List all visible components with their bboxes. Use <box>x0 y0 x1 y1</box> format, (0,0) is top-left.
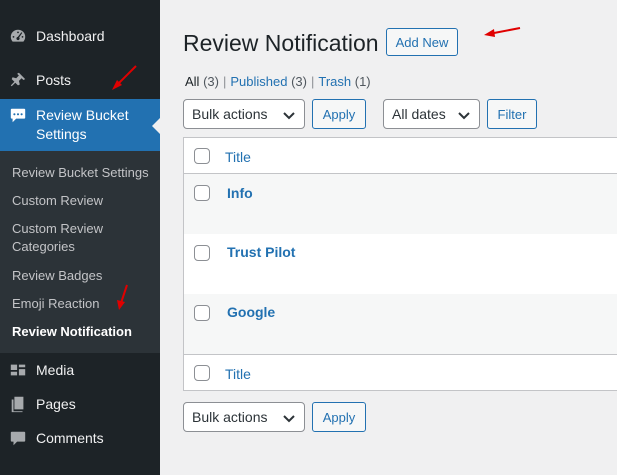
bulk-actions-select-bottom[interactable]: Bulk actions <box>183 402 305 432</box>
view-trash-label: Trash <box>318 74 352 89</box>
comments-icon <box>9 429 27 447</box>
active-menu-pointer <box>152 118 160 134</box>
submenu-item-custom-review-categories[interactable]: Custom Review Categories <box>12 220 152 256</box>
apply-button[interactable]: Apply <box>312 99 366 129</box>
sidebar-item-label-line2: Settings <box>36 126 87 142</box>
row-checkbox[interactable] <box>194 185 210 201</box>
submenu-item-review-notification[interactable]: Review Notification <box>12 323 152 341</box>
table-header-row: Title <box>184 138 617 174</box>
pin-icon <box>9 71 27 89</box>
sidebar-item-pages[interactable]: Pages <box>0 387 160 421</box>
posts-table: Title Info Trust Pilot Google Title <box>183 137 617 391</box>
table-row: Info <box>184 174 617 234</box>
view-all-count: (3) <box>203 74 219 89</box>
title-column-footer[interactable]: Title <box>225 365 251 383</box>
sidebar-item-label: Pages <box>36 395 76 412</box>
post-status-filter: All (3) | Published (3) | Trash (1) <box>185 74 371 90</box>
chevron-down-icon <box>457 108 471 122</box>
view-all-label: All <box>185 74 200 89</box>
sidebar-submenu: Review Bucket Settings Custom Review Cus… <box>0 151 160 353</box>
bulk-actions-value: Bulk actions <box>192 409 268 425</box>
submenu-item-review-bucket-settings[interactable]: Review Bucket Settings <box>12 164 152 182</box>
row-checkbox[interactable] <box>194 245 210 261</box>
title-column-header[interactable]: Title <box>225 148 251 166</box>
sidebar-item-label: Comments <box>36 429 104 446</box>
sidebar-item-label-line1: Review Bucket <box>36 107 129 123</box>
sidebar-item-label: Media <box>36 361 75 378</box>
view-all-link[interactable]: All (3) <box>185 74 219 89</box>
select-all-checkbox[interactable] <box>194 148 210 164</box>
table-footer-row: Title <box>184 354 617 390</box>
sidebar-item-label: Review Bucket Settings <box>36 106 129 144</box>
submenu-item-custom-review[interactable]: Custom Review <box>12 192 152 210</box>
annotation-arrow-icon <box>117 284 128 310</box>
page-title: Review Notification <box>183 30 379 56</box>
annotation-arrow-icon <box>484 27 521 37</box>
bulk-actions-value: Bulk actions <box>192 106 268 122</box>
view-trash-link[interactable]: Trash (1) <box>318 74 370 89</box>
table-row: Google <box>184 294 617 354</box>
view-trash-count: (1) <box>354 74 371 89</box>
add-new-button[interactable]: Add New <box>386 28 458 56</box>
annotation-arrow-icon <box>112 65 137 90</box>
dashboard-icon <box>9 27 27 45</box>
bulk-actions-select[interactable]: Bulk actions <box>183 99 305 129</box>
view-separator: | <box>222 74 227 89</box>
chevron-down-icon <box>282 108 296 122</box>
sidebar-item-label: Dashboard <box>36 27 105 44</box>
view-published-link[interactable]: Published (3) <box>230 74 307 89</box>
date-filter-value: All dates <box>392 106 446 122</box>
sidebar-item-review-bucket-settings[interactable]: Review Bucket Settings <box>0 99 160 151</box>
sidebar-item-comments[interactable]: Comments <box>0 421 160 455</box>
sidebar-item-dashboard[interactable]: Dashboard <box>0 19 160 53</box>
apply-button-bottom[interactable]: Apply <box>312 402 366 432</box>
view-published-count: (3) <box>291 74 307 89</box>
media-icon <box>9 361 27 379</box>
pages-icon <box>9 395 27 413</box>
sidebar-item-media[interactable]: Media <box>0 353 160 387</box>
chevron-down-icon <box>282 411 296 425</box>
table-row: Trust Pilot <box>184 234 617 294</box>
row-title-link[interactable]: Google <box>227 303 275 321</box>
row-checkbox[interactable] <box>194 305 210 321</box>
view-published-label: Published <box>230 74 288 89</box>
view-separator: | <box>310 74 315 89</box>
filter-button[interactable]: Filter <box>487 99 537 129</box>
select-all-checkbox-footer[interactable] <box>194 365 210 381</box>
date-filter-select[interactable]: All dates <box>383 99 480 129</box>
speech-bubble-icon <box>9 106 27 124</box>
row-title-link[interactable]: Trust Pilot <box>227 243 295 261</box>
row-title-link[interactable]: Info <box>227 184 253 202</box>
sidebar-item-label: Posts <box>36 71 72 88</box>
